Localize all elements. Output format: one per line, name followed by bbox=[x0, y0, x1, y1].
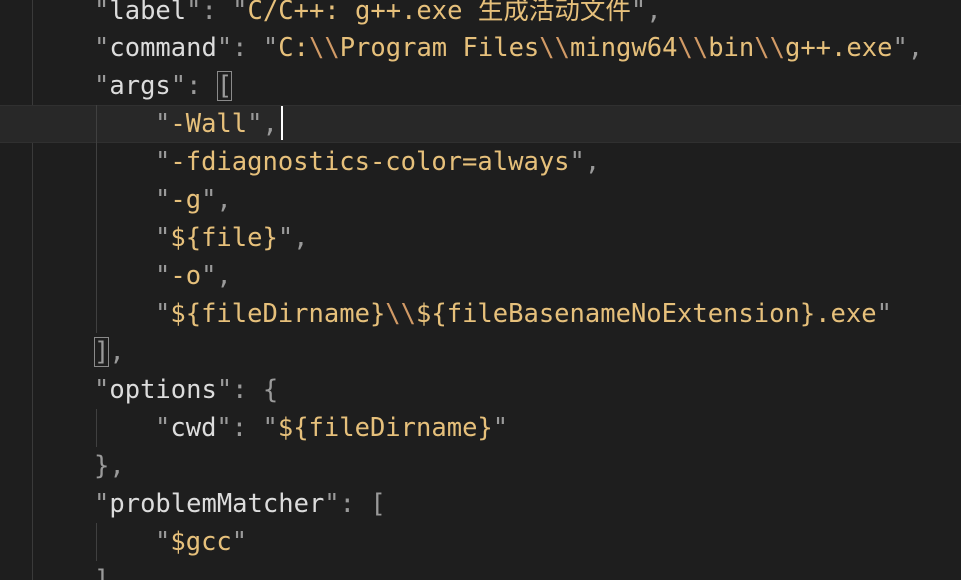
code-line-problem-matcher[interactable]: "problemMatcher": [ bbox=[94, 485, 386, 523]
code-line-arg-wall[interactable]: "-Wall", bbox=[155, 105, 283, 143]
escape-sequence: \\ bbox=[539, 33, 570, 63]
arg-wall: -Wall bbox=[170, 109, 248, 139]
code-line-args-close[interactable]: ], bbox=[94, 333, 125, 371]
code-line-arg-g[interactable]: "-g", bbox=[155, 181, 232, 219]
json-key-problem-matcher: problemMatcher bbox=[109, 489, 325, 519]
code-line-arg-output[interactable]: "${fileDirname}\\${fileBasenameNoExtensi… bbox=[155, 295, 892, 333]
code-line-arg-fdiagnostics[interactable]: "-fdiagnostics-color=always", bbox=[155, 143, 600, 181]
arg-file: ${file} bbox=[170, 223, 278, 253]
args-open-bracket: [ bbox=[216, 71, 233, 101]
code-line-options-close[interactable]: }, bbox=[94, 447, 125, 485]
command-part-bin: bin bbox=[708, 33, 755, 63]
arg-output-basename: ${fileBasenameNoExtension}.exe bbox=[416, 299, 877, 329]
json-value-gcc: $gcc bbox=[170, 527, 232, 557]
code-line-gcc[interactable]: "$gcc" bbox=[155, 523, 247, 561]
gutter-divider bbox=[32, 0, 33, 580]
text-cursor bbox=[280, 106, 283, 140]
code-line-command[interactable]: "command": "C:\\Program Files\\mingw64\\… bbox=[94, 29, 923, 67]
code-line-label[interactable]: "label": "C/C++: g++.exe 生成活动文件", bbox=[94, 0, 662, 30]
json-key-cwd: cwd bbox=[170, 413, 217, 443]
indent-guide-args bbox=[96, 105, 97, 333]
escape-sequence: \\ bbox=[677, 33, 709, 63]
escape-sequence: \\ bbox=[308, 33, 340, 63]
arg-g: -g bbox=[170, 185, 202, 215]
json-key-label: label bbox=[109, 0, 187, 26]
command-part-drive: C: bbox=[278, 33, 309, 63]
indent-guide-options bbox=[96, 409, 97, 447]
json-value-cwd: ${fileDirname} bbox=[277, 413, 493, 443]
code-editor[interactable]: "label": "C/C++: g++.exe 生成活动文件", "comma… bbox=[0, 0, 961, 580]
command-part-program-files: Program Files bbox=[339, 33, 540, 63]
command-part-exe: g++.exe bbox=[784, 33, 893, 63]
current-line-highlight bbox=[0, 105, 961, 143]
args-close-bracket: ] bbox=[94, 337, 110, 367]
code-line-args[interactable]: "args": [ bbox=[94, 67, 233, 105]
indent-guide-problem-matcher bbox=[96, 523, 97, 561]
arg-output-dirname: ${fileDirname} bbox=[170, 299, 386, 329]
escape-sequence: \\ bbox=[385, 299, 417, 329]
code-line-arg-o[interactable]: "-o", bbox=[155, 257, 232, 295]
json-value-label: C/C++: g++.exe 生成活动文件 bbox=[247, 0, 631, 26]
arg-o: -o bbox=[170, 261, 202, 291]
code-line-options[interactable]: "options": { bbox=[94, 371, 278, 409]
json-key-args: args bbox=[109, 71, 171, 101]
escape-sequence: \\ bbox=[754, 33, 785, 63]
json-key-options: options bbox=[109, 375, 217, 405]
arg-fdiagnostics: -fdiagnostics-color=always bbox=[170, 147, 570, 177]
code-line-cwd[interactable]: "cwd": "${fileDirname}" bbox=[155, 409, 508, 447]
code-line-arg-file[interactable]: "${file}", bbox=[155, 219, 309, 257]
json-key-command: command bbox=[109, 33, 217, 63]
command-part-mingw64: mingw64 bbox=[570, 33, 678, 63]
code-line-problem-matcher-close[interactable]: ] bbox=[94, 561, 109, 580]
